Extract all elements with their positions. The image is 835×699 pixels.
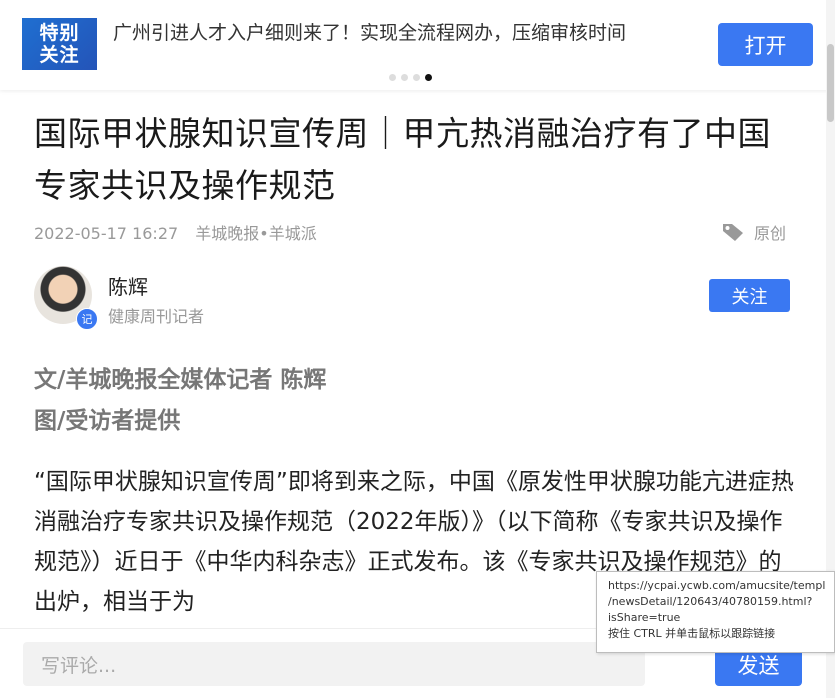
tag-label: 原创 [754, 224, 787, 243]
carousel-dot[interactable] [413, 74, 420, 81]
article-title: 国际甲状腺知识宣传周｜甲亢热消融治疗有了中国专家共识及操作规范 [34, 114, 771, 205]
byline-writer: 文/羊城晚报全媒体记者 陈辉 [34, 367, 327, 393]
badge-line-1: 特别 [39, 22, 80, 44]
follow-button[interactable]: 关注 [709, 279, 790, 312]
badge-line-2: 关注 [39, 44, 80, 66]
special-focus-badge[interactable]: 特别 关注 [22, 18, 97, 70]
article-source[interactable]: 羊城晚报•羊城派 [195, 224, 316, 243]
scrollbar-thumb[interactable] [827, 44, 834, 122]
link-url-line-1: https://ycpai.ycwb.com/amucsite/templ [608, 579, 826, 592]
link-tooltip: https://ycpai.ycwb.com/amucsite/templ /n… [596, 571, 835, 653]
author-role: 健康周刊记者 [108, 307, 205, 326]
banner-headline[interactable]: 广州引进人才入户细则来了！实现全流程网办，压缩审核时间 [113, 20, 653, 46]
carousel-dot-active[interactable] [425, 74, 432, 81]
publish-datetime: 2022-05-17 16:27 [34, 224, 179, 243]
carousel-dot[interactable] [401, 74, 408, 81]
open-app-button[interactable]: 打开 [718, 23, 813, 66]
original-tag: 原创 [722, 220, 786, 244]
reporter-badge-icon: 记 [76, 308, 98, 330]
carousel-dot[interactable] [389, 74, 396, 81]
carousel-indicator [389, 74, 432, 81]
article-byline: 文/羊城晚报全媒体记者 陈辉 图/受访者提供 [34, 360, 326, 442]
link-url-line-3: isShare=true [608, 611, 681, 624]
comment-input[interactable]: 写评论... [23, 642, 645, 686]
author-name[interactable]: 陈辉 [108, 271, 148, 300]
tag-icon [723, 224, 743, 241]
article-meta: 2022-05-17 16:27 羊城晚报•羊城派 [34, 220, 329, 244]
link-url-line-2: /newsDetail/120643/40780159.html? [608, 595, 813, 608]
top-banner: 特别 关注 广州引进人才入户细则来了！实现全流程网办，压缩审核时间 打开 [0, 0, 835, 90]
link-hint: 按住 CTRL 并单击鼠标以跟踪链接 [608, 627, 776, 640]
byline-photo: 图/受访者提供 [34, 408, 181, 434]
